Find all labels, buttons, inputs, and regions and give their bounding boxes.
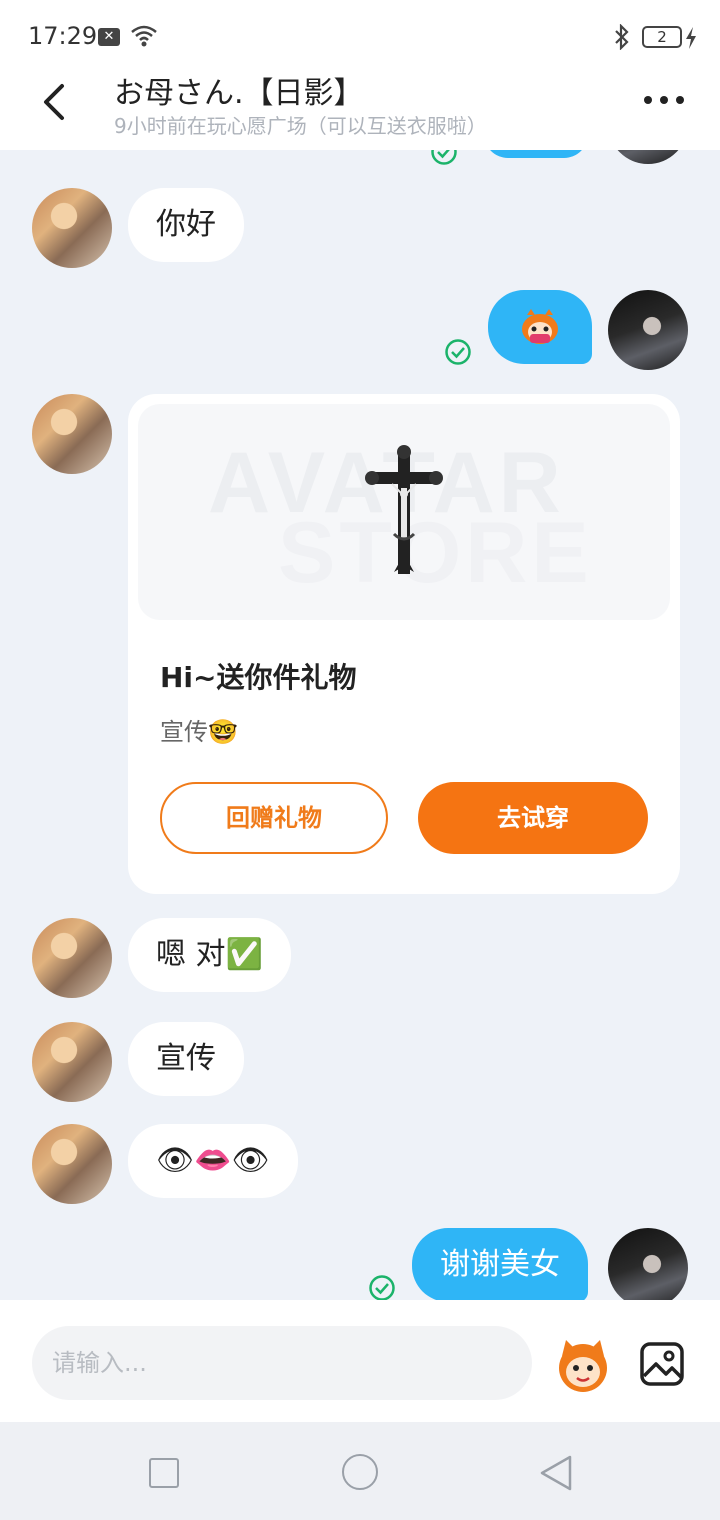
message-bubble-incoming: 宣传: [128, 1022, 244, 1096]
wifi-icon: [131, 25, 157, 47]
check-circle-icon: [431, 150, 457, 165]
message-bubble-incoming: 你好: [128, 188, 244, 262]
avatar-self[interactable]: [608, 150, 688, 164]
recent-apps-button[interactable]: [149, 1458, 179, 1488]
check-circle-icon: [445, 339, 471, 365]
avatar-self[interactable]: [608, 290, 688, 370]
system-nav-bar: [0, 1422, 720, 1520]
battery-icon: 2: [642, 26, 682, 48]
status-time: 17:29: [28, 22, 98, 50]
avatar-self[interactable]: [608, 1228, 688, 1300]
charging-icon: [686, 27, 696, 49]
avatar-other[interactable]: [32, 188, 112, 268]
gift-card[interactable]: AVATAR STORE Hi~送你件礼物 宣传🤓 回赠礼物 去试穿: [128, 394, 680, 894]
avatar-other[interactable]: [32, 918, 112, 998]
avatar-other[interactable]: [32, 1022, 112, 1102]
gift-title: Hi~送你件礼物: [160, 661, 357, 694]
message-input[interactable]: [32, 1326, 532, 1400]
monkey-emoji-icon[interactable]: [552, 1334, 614, 1396]
chat-title: お母さん.【日影】: [114, 76, 364, 111]
message-bubble-incoming: 嗯 对✅: [128, 918, 291, 992]
chat-subtitle: 9小时前在玩心愿广场（可以互送衣服啦）: [114, 114, 487, 138]
gift-description: 宣传🤓: [160, 718, 238, 746]
return-gift-button[interactable]: 回赠礼物: [160, 782, 388, 854]
avatar-other[interactable]: [32, 394, 112, 474]
chat-message-list[interactable]: 你好 AVATAR STORE Hi~送你件礼物 宣传🤓 回赠礼物 去试穿 嗯 …: [0, 150, 720, 1300]
message-input-bar: [0, 1300, 720, 1422]
avatar-other[interactable]: [32, 1124, 112, 1204]
cross-pendant-icon: [365, 445, 443, 574]
gift-image: AVATAR STORE: [138, 404, 670, 620]
bluetooth-icon: [615, 24, 629, 50]
more-dots-icon[interactable]: [644, 92, 684, 108]
message-bubble-outgoing: [484, 150, 588, 158]
monkey-sticker-icon: [522, 309, 558, 344]
image-icon[interactable]: [638, 1340, 686, 1388]
nav-back-icon[interactable]: [538, 1454, 574, 1492]
check-circle-icon: [369, 1275, 395, 1300]
message-bubble-outgoing: 谢谢美女: [412, 1228, 588, 1300]
message-bubble-incoming: 👁👄👁: [128, 1124, 298, 1198]
chat-header: お母さん.【日影】 9小时前在玩心愿广场（可以互送衣服啦）: [0, 52, 720, 150]
message-bubble-outgoing-sticker: [488, 290, 592, 364]
try-on-button[interactable]: 去试穿: [418, 782, 648, 854]
home-button[interactable]: [342, 1454, 378, 1490]
notification-badge-icon: ✕: [98, 28, 120, 46]
chevron-left-icon[interactable]: [34, 80, 74, 124]
